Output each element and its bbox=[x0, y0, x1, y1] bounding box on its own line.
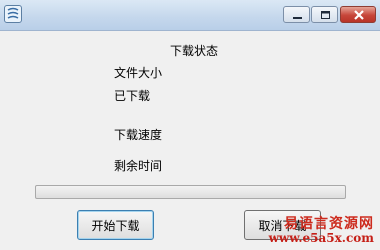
download-progress-bar bbox=[35, 185, 346, 199]
watermark-text: 易语言资源网 bbox=[284, 216, 374, 233]
file-size-label: 文件大小 bbox=[114, 66, 163, 80]
downloaded-label: 已下载 bbox=[114, 89, 151, 103]
minimize-icon bbox=[293, 17, 302, 19]
site-watermark: 易语言资源网 www.e5a5x.com bbox=[269, 216, 374, 246]
app-icon[interactable] bbox=[4, 5, 22, 23]
status-heading: 下载状态 bbox=[170, 44, 219, 58]
minimize-button[interactable] bbox=[283, 6, 310, 23]
maximize-icon bbox=[321, 11, 330, 19]
close-icon bbox=[354, 10, 364, 20]
download-speed-label: 下载速度 bbox=[114, 128, 163, 142]
title-bar bbox=[0, 0, 380, 31]
maximize-button[interactable] bbox=[311, 6, 338, 23]
watermark-url: www.e5a5x.com bbox=[268, 231, 374, 246]
close-button[interactable] bbox=[340, 6, 376, 23]
start-download-button[interactable]: 开始下载 bbox=[77, 210, 154, 240]
remaining-time-label: 剩余时间 bbox=[114, 159, 163, 173]
